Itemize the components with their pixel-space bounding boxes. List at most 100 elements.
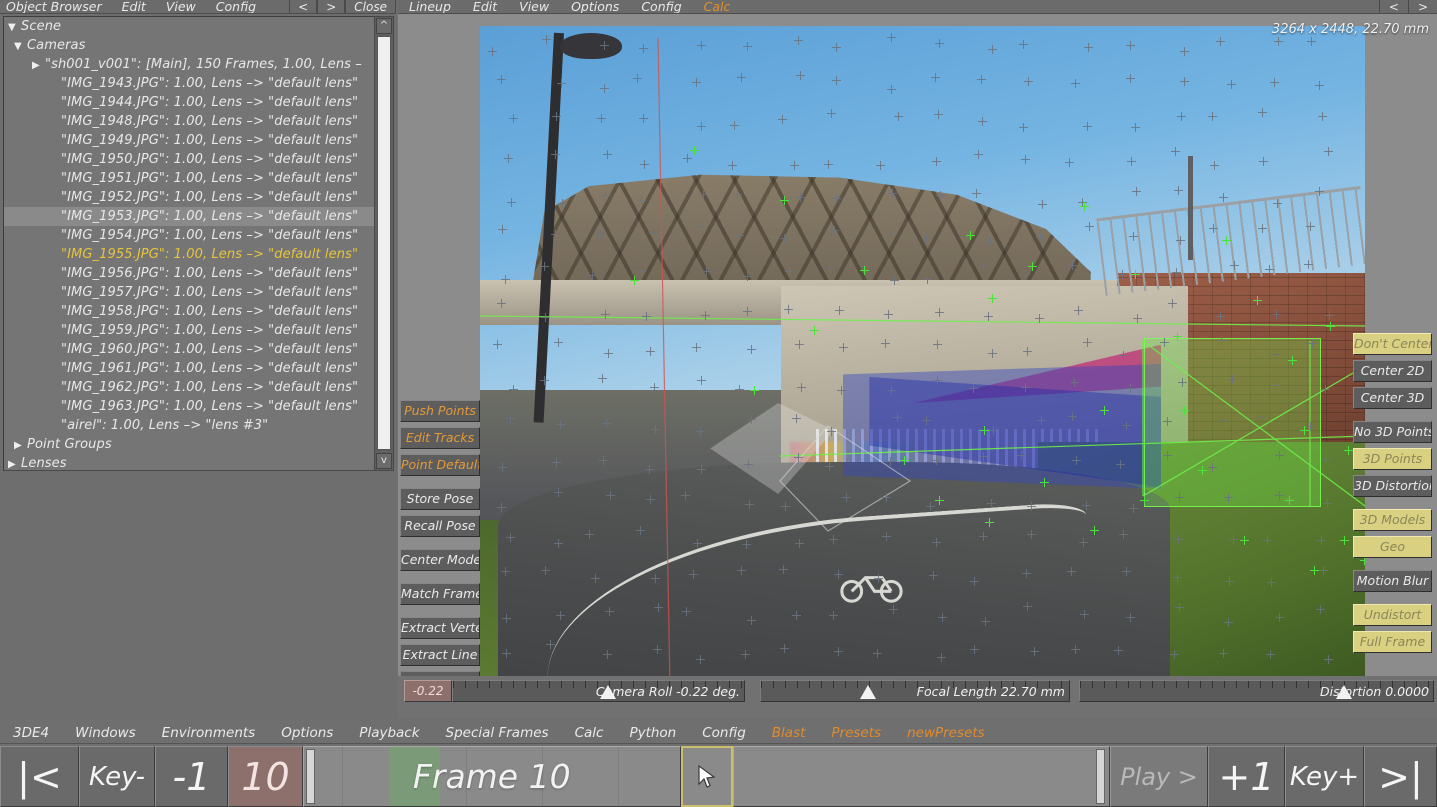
tracker-marker[interactable] [986,236,996,246]
tracker-marker[interactable] [639,44,649,54]
scene-tree-row[interactable]: ▶ "sh001_v001": [Main], 150 Frames, 1.00,… [4,55,374,74]
tracker-marker[interactable] [1118,350,1128,360]
tracker-marker[interactable] [1307,36,1317,46]
timeline-track-right[interactable] [732,746,1110,807]
main-menu-item-environments[interactable]: Environments [149,725,269,741]
tracker-marker-tracked[interactable] [1285,496,1294,505]
tracker-marker[interactable] [640,160,650,170]
tracker-marker[interactable] [498,462,508,472]
tracker-marker[interactable] [1210,160,1220,170]
tracker-marker[interactable] [1208,111,1218,121]
scene-tree-row[interactable]: "IMG_1956.JPG": 1.00, Lens –> "default l… [4,264,374,283]
scene-tree-row[interactable]: "IMG_1944.JPG": 1.00, Lens –> "default l… [4,93,374,112]
tracker-marker[interactable] [1174,602,1184,612]
triangle-right-icon[interactable]: ▶ [32,56,45,74]
main-menu-item-python[interactable]: Python [616,725,689,741]
tracker-marker[interactable] [886,228,896,238]
tracker-marker[interactable] [497,299,507,309]
tracker-marker[interactable] [553,539,563,549]
tracker-marker-tracked[interactable] [1300,426,1309,435]
triangle-down-icon[interactable]: ▼ [8,18,21,36]
timeline-track[interactable]: Frame 10 [303,746,681,807]
tracker-marker-tracked[interactable] [1173,332,1182,341]
slider-value-field[interactable]: -0.22 [404,680,452,702]
tracker-marker[interactable] [733,190,743,200]
tracker-marker[interactable] [1177,377,1187,387]
tracker-marker[interactable] [1319,565,1329,575]
tracker-marker-tracked[interactable] [810,326,819,335]
tracker-marker[interactable] [1126,41,1136,51]
chevron-down-icon[interactable]: v [376,453,392,469]
lineup-menu-item-edit[interactable]: Edit [462,0,508,13]
tracker-marker[interactable] [692,538,702,548]
tracker-marker[interactable] [1257,223,1267,233]
tracker-marker-tracked[interactable] [1326,321,1335,331]
tracker-marker[interactable] [1169,650,1179,660]
tracker-marker[interactable] [1320,455,1330,465]
scene-tree-row[interactable]: "IMG_1960.JPG": 1.00, Lens –> "default l… [4,340,374,359]
tracker-marker[interactable] [508,114,518,124]
tracker-marker[interactable] [783,304,793,314]
scene-tree-row[interactable]: "IMG_1962.JPG": 1.00, Lens –> "default l… [4,378,374,397]
triangle-down-icon[interactable]: ▼ [14,37,27,55]
prev-button[interactable]: < [289,0,318,13]
tracker-marker[interactable] [1269,78,1279,88]
tracker-marker[interactable] [600,84,610,94]
tracker-marker[interactable] [1274,612,1284,622]
button-edit-tracks[interactable]: Edit Tracks [400,427,480,449]
tracker-marker-tracked[interactable] [985,518,994,527]
button-extract-vertex[interactable]: Extract Vertex [400,617,480,639]
tracker-marker[interactable] [691,343,701,353]
tracker-marker[interactable] [873,649,883,659]
scene-tree-scrollbar[interactable]: ^ v [374,16,394,471]
tracker-marker[interactable] [1325,310,1334,320]
tracker-marker[interactable] [779,564,789,574]
tracker-marker[interactable] [636,526,646,536]
scene-tree-row[interactable]: "IMG_1943.JPG": 1.00, Lens –> "default l… [4,74,374,93]
scene-tree-row[interactable]: ▼ Cameras [4,36,374,55]
tracker-marker-tracked[interactable] [860,266,869,275]
tracker-marker-tracked[interactable] [750,386,759,395]
tracker-marker[interactable] [1117,270,1127,280]
tracker-marker[interactable] [1216,37,1226,47]
button-recall-pose[interactable]: Recall Pose [400,515,480,537]
tracker-marker-tracked[interactable] [935,496,944,505]
timeline-playhead[interactable] [680,746,733,807]
tracker-marker[interactable] [1132,187,1142,197]
tracker-marker[interactable] [1305,222,1315,232]
tracker-marker[interactable] [1275,490,1284,500]
tracker-marker[interactable] [540,262,550,272]
tracker-marker[interactable] [889,604,899,614]
tracker-marker[interactable] [825,461,835,471]
tracker-marker-tracked[interactable] [1240,536,1249,545]
tracker-marker[interactable] [1317,111,1327,121]
play-button[interactable]: Play > [1110,746,1208,807]
tracker-marker[interactable] [1125,73,1135,83]
slider-focal[interactable]: Focal Length 22.70 mm [760,680,1070,702]
timeline-start-thumb[interactable] [306,749,315,804]
button-undistort[interactable]: Undistort [1353,604,1432,626]
tracker-marker[interactable] [1262,535,1272,545]
step-back-button[interactable]: -1 [155,746,228,807]
tracker-marker[interactable] [746,415,756,425]
tracker-marker[interactable] [696,465,706,475]
tracker-marker[interactable] [784,266,794,276]
tracker-marker[interactable] [605,491,615,501]
tracker-marker[interactable] [508,385,518,395]
tracker-marker[interactable] [793,452,803,462]
tracker-marker[interactable] [790,160,799,170]
button-extract-polygon[interactable]: Extract Polygon [400,671,480,676]
tracker-marker[interactable] [602,418,612,428]
tracker-marker[interactable] [921,234,931,244]
tracker-marker[interactable] [1175,236,1185,246]
scene-tree-row[interactable]: "IMG_1954.JPG": 1.00, Lens –> "default l… [4,226,374,245]
timeline-end-thumb[interactable] [1096,749,1105,804]
tracker-marker[interactable] [633,74,643,84]
tracker-marker[interactable] [969,644,979,654]
scene-tree[interactable]: ▼ Scene ▼ Cameras ▶ "sh001_v001": [Main], 150… [3,16,375,471]
tracker-marker[interactable] [1128,503,1138,513]
close-button[interactable]: Close [345,0,396,13]
lineup-menu-item-options[interactable]: Options [560,0,630,13]
tracker-marker[interactable] [980,617,990,627]
slider-handle[interactable] [860,685,877,699]
